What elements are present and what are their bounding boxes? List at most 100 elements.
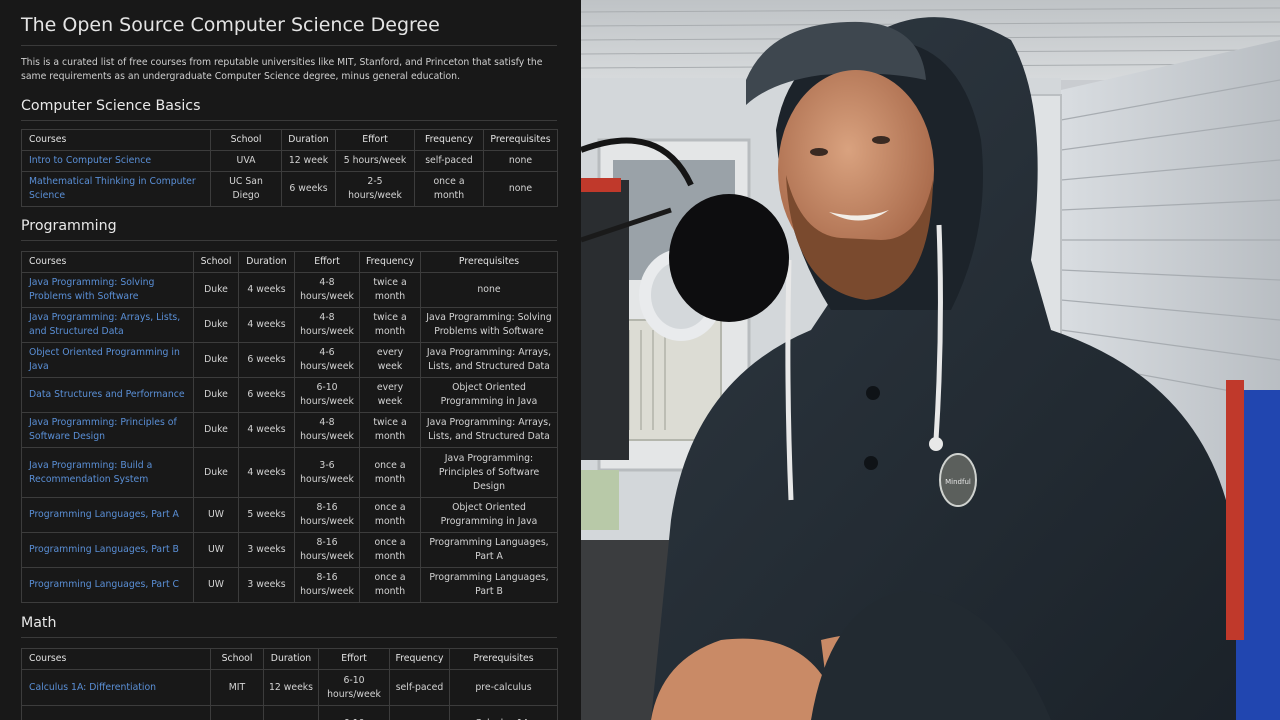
prerequisites-cell: none — [483, 150, 558, 172]
school-cell: UW — [193, 497, 239, 533]
prerequisites-cell: none — [483, 171, 558, 207]
frequency-cell: self-paced — [414, 150, 484, 172]
frequency-cell: once a month — [359, 497, 421, 533]
course-link[interactable]: Calculus 1A: Differentiation — [21, 669, 211, 706]
column-header: Frequency — [359, 251, 421, 273]
webcam-video: Mindful — [581, 0, 1280, 720]
effort-cell: 4-8 hours/week — [294, 307, 360, 343]
duration-cell: 4 weeks — [238, 307, 295, 343]
school-cell: Duke — [193, 447, 239, 498]
section-heading: Computer Science Basics — [21, 96, 557, 121]
column-header: Courses — [21, 251, 194, 273]
prerequisites-cell: Java Programming: Solving Problems with … — [420, 307, 558, 343]
effort-cell: 4-8 hours/week — [294, 412, 360, 448]
course-link[interactable]: Data Structures and Performance — [21, 377, 194, 413]
school-cell: Duke — [193, 412, 239, 448]
table-row: 6-10 Calculus 1A: — [21, 705, 558, 720]
school-cell: UW — [193, 532, 239, 568]
table-row: Programming Languages, Part C UW 3 weeks… — [21, 567, 558, 603]
duration-cell: 4 weeks — [238, 272, 295, 308]
frequency-cell: every week — [359, 377, 421, 413]
school-cell: MIT — [210, 669, 264, 706]
column-header: Duration — [281, 129, 336, 151]
table-row: Programming Languages, Part A UW 5 weeks… — [21, 497, 558, 533]
course-link[interactable]: Java Programming: Arrays, Lists, and Str… — [21, 307, 194, 343]
effort-cell: 8-16 hours/week — [294, 532, 360, 568]
document-panel: The Open Source Computer Science Degree … — [0, 0, 581, 720]
school-cell: UW — [193, 567, 239, 603]
table-row: Calculus 1A: Differentiation MIT 12 week… — [21, 669, 558, 706]
courses-table: Courses School Duration Effort Frequency… — [21, 129, 558, 207]
column-header: School — [193, 251, 239, 273]
prerequisites-cell: Calculus 1A: — [449, 705, 558, 720]
frequency-cell: self-paced — [389, 669, 450, 706]
column-header: School — [210, 129, 282, 151]
prerequisites-cell: Object Oriented Programming in Java — [420, 497, 558, 533]
course-link[interactable]: Java Programming: Principles of Software… — [21, 412, 194, 448]
column-header: Duration — [263, 648, 319, 670]
effort-cell: 6-10 hours/week — [294, 377, 360, 413]
prerequisites-cell: none — [420, 272, 558, 308]
course-link[interactable]: Intro to Computer Science — [21, 150, 211, 172]
effort-cell: 8-16 hours/week — [294, 497, 360, 533]
intro-paragraph: This is a curated list of free courses f… — [21, 57, 543, 82]
column-header: Prerequisites — [449, 648, 558, 670]
course-link[interactable]: Programming Languages, Part B — [21, 532, 194, 568]
courses-table: Courses School Duration Effort Frequency… — [21, 648, 558, 720]
duration-cell: 5 weeks — [238, 497, 295, 533]
duration-cell — [263, 705, 319, 720]
column-header: Prerequisites — [420, 251, 558, 273]
section-math: Math Courses School Duration Effort Freq… — [21, 613, 581, 720]
course-link[interactable]: Java Programming: Solving Problems with … — [21, 272, 194, 308]
frequency-cell: twice a month — [359, 272, 421, 308]
prerequisites-cell: Programming Languages, Part B — [420, 567, 558, 603]
prerequisites-cell: pre-calculus — [449, 669, 558, 706]
table-header-row: Courses School Duration Effort Frequency… — [21, 251, 558, 273]
effort-cell: 4-6 hours/week — [294, 342, 360, 378]
table-row: Mathematical Thinking in Computer Scienc… — [21, 171, 558, 207]
table-row: Intro to Computer Science UVA 12 week 5 … — [21, 150, 558, 172]
section-heading: Programming — [21, 216, 557, 241]
frequency-cell: twice a month — [359, 307, 421, 343]
frequency-cell — [389, 705, 450, 720]
prerequisites-cell: Java Programming: Arrays, Lists, and Str… — [420, 412, 558, 448]
section-programming: Programming Courses School Duration Effo… — [21, 216, 581, 603]
column-header: Frequency — [389, 648, 450, 670]
course-link[interactable]: Object Oriented Programming in Java — [21, 342, 194, 378]
course-link[interactable] — [21, 705, 211, 720]
column-header: Effort — [335, 129, 415, 151]
school-cell: UVA — [210, 150, 282, 172]
course-link[interactable]: Programming Languages, Part A — [21, 497, 194, 533]
duration-cell: 12 week — [281, 150, 336, 172]
courses-table: Courses School Duration Effort Frequency… — [21, 251, 558, 603]
table-row: Programming Languages, Part B UW 3 weeks… — [21, 532, 558, 568]
duration-cell: 6 weeks — [281, 171, 336, 207]
page-title: The Open Source Computer Science Degree — [21, 12, 557, 46]
table-row: Object Oriented Programming in Java Duke… — [21, 342, 558, 378]
prerequisites-cell: Programming Languages, Part A — [420, 532, 558, 568]
school-cell: UC San Diego — [210, 171, 282, 207]
duration-cell: 3 weeks — [238, 567, 295, 603]
duration-cell: 4 weeks — [238, 447, 295, 498]
presenter-video-frame: Mindful — [581, 0, 1280, 720]
prerequisites-cell: Java Programming: Arrays, Lists, and Str… — [420, 342, 558, 378]
duration-cell: 6 weeks — [238, 342, 295, 378]
course-link[interactable]: Mathematical Thinking in Computer Scienc… — [21, 171, 211, 207]
column-header: Effort — [318, 648, 390, 670]
table-row: Java Programming: Arrays, Lists, and Str… — [21, 307, 558, 343]
table-row: Data Structures and Performance Duke 6 w… — [21, 377, 558, 413]
frequency-cell: twice a month — [359, 412, 421, 448]
school-cell: Duke — [193, 307, 239, 343]
course-link[interactable]: Programming Languages, Part C — [21, 567, 194, 603]
school-cell: Duke — [193, 272, 239, 308]
duration-cell: 12 weeks — [263, 669, 319, 706]
effort-cell: 8-16 hours/week — [294, 567, 360, 603]
frequency-cell: once a month — [359, 532, 421, 568]
prerequisites-cell: Java Programming: Principles of Software… — [420, 447, 558, 498]
table-header-row: Courses School Duration Effort Frequency… — [21, 129, 558, 151]
column-header: Courses — [21, 648, 211, 670]
column-header: Effort — [294, 251, 360, 273]
effort-cell: 4-8 hours/week — [294, 272, 360, 308]
hoodie-patch-text: Mindful — [945, 478, 971, 486]
course-link[interactable]: Java Programming: Build a Recommendation… — [21, 447, 194, 498]
